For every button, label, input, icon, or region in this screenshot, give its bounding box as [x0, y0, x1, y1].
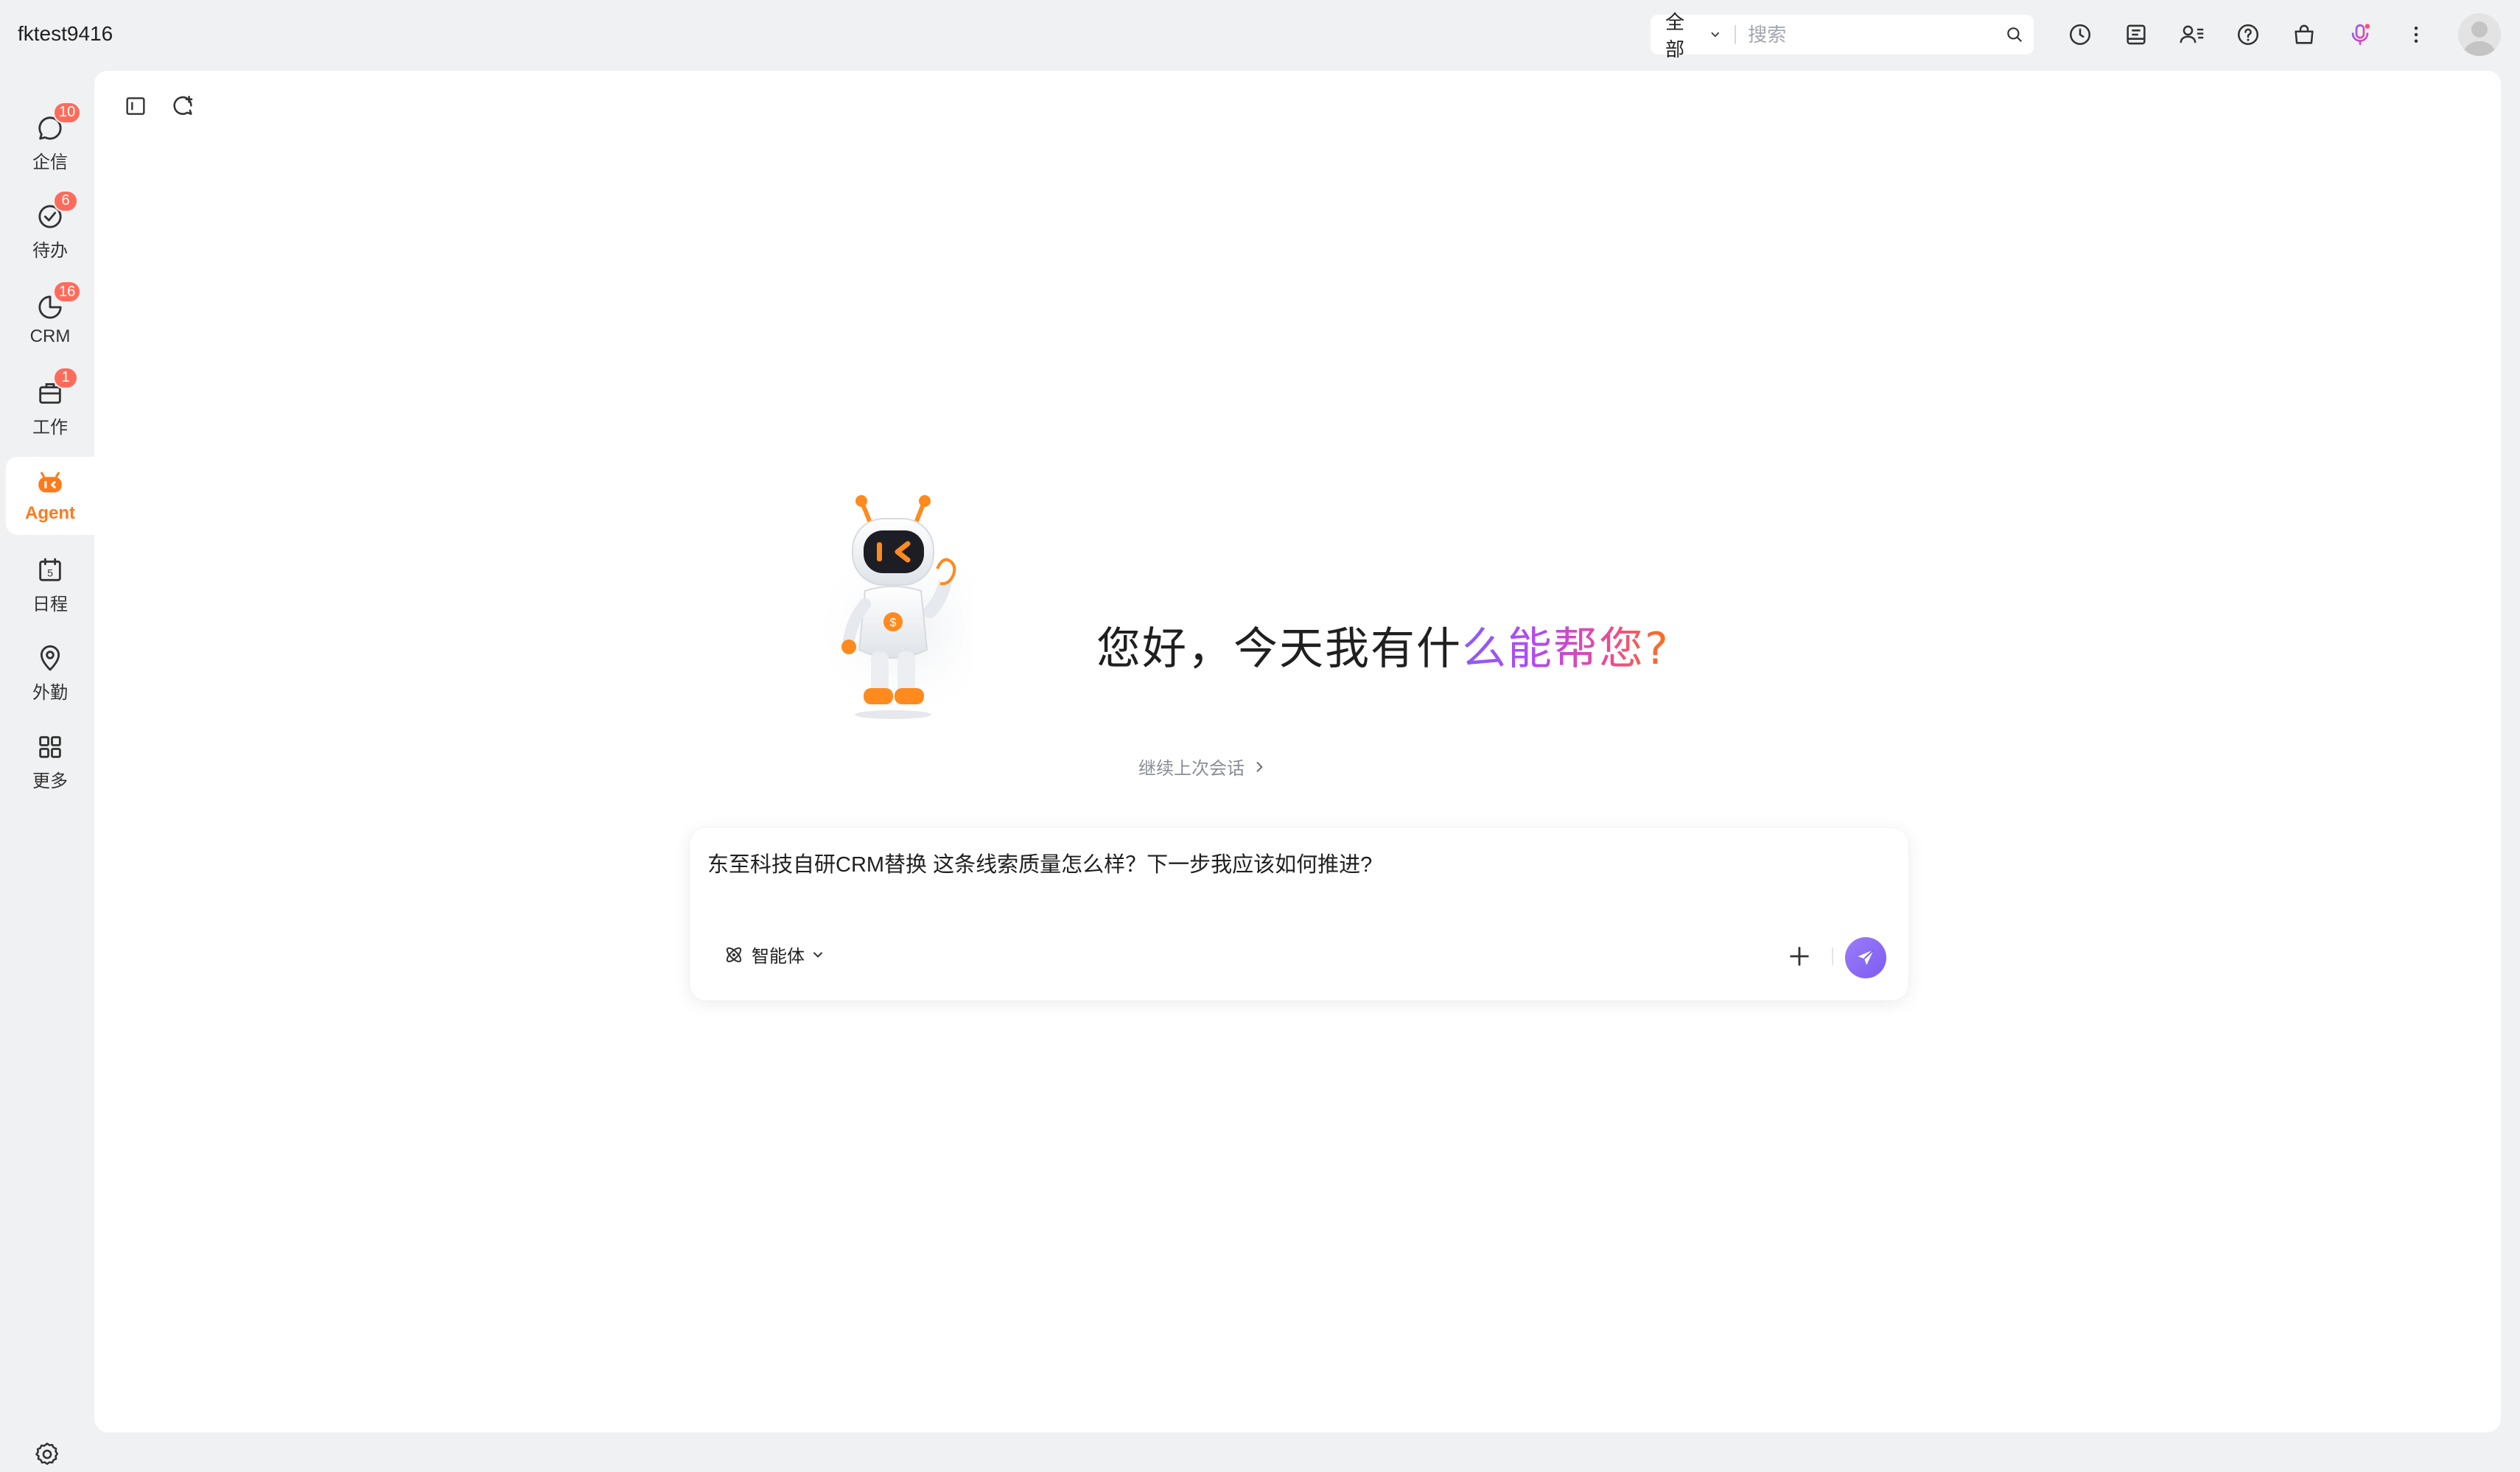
chat-icon: 10 [34, 101, 82, 144]
continue-last-session-link[interactable]: 继续上次会话 [1138, 754, 1267, 779]
nav-item-agent[interactable]: Agent [6, 457, 94, 535]
work-briefcase-icon: 1 [34, 366, 78, 410]
grid-more-icon [34, 731, 66, 763]
nav-item-chat[interactable]: 10 企信 [6, 101, 94, 181]
nav-item-label: 日程 [32, 594, 68, 614]
todo-check-icon: 6 [34, 189, 78, 233]
greeting-section: $ 您好，今天我有什么能帮您? [819, 480, 1704, 723]
svg-text:5: 5 [47, 567, 53, 579]
send-plane-icon [1858, 949, 1875, 965]
search-scope-dropdown[interactable]: 全部 [1651, 7, 1721, 62]
toggle-sidebar-icon[interactable] [121, 91, 150, 121]
crm-pie-icon: 16 [34, 281, 82, 323]
chat-badge: 10 [53, 101, 82, 124]
agent-selector-dropdown[interactable]: 智能体 [722, 942, 825, 967]
plus-icon [1790, 947, 1809, 966]
agent-selector-label: 智能体 [752, 947, 805, 967]
composer-divider [1832, 947, 1833, 965]
new-chat-icon[interactable] [168, 91, 197, 121]
chevron-right-icon [1256, 761, 1263, 772]
calendar-icon: 5 [34, 554, 66, 586]
left-nav: 10 企信 6 待办 16 CRM 1 工作 Agent 5 日程 外勤 更多 [0, 69, 94, 1465]
settings-gear-icon[interactable] [29, 1437, 65, 1472]
todo-badge: 6 [53, 189, 78, 212]
atom-icon [726, 947, 742, 962]
top-toolbar [2063, 18, 2455, 52]
greeting-heading: 您好，今天我有什么能帮您? [1096, 613, 1670, 677]
greeting-highlight-text: 么能帮您? [1462, 623, 1670, 675]
send-button[interactable] [1845, 937, 1886, 978]
message-composer: 东至科技自研CRM替换 这条线索质量怎么样？下一步我应该如何推进? 智能体 [690, 828, 1908, 1000]
location-pin-icon [34, 642, 66, 675]
attach-plus-button[interactable] [1783, 940, 1816, 972]
search-input[interactable] [1748, 23, 1995, 46]
nav-item-label: Agent [25, 503, 75, 523]
svg-text:$: $ [890, 617, 897, 629]
composer-input[interactable]: 东至科技自研CRM替换 这条线索质量怎么样？下一步我应该如何推进? [707, 847, 1372, 878]
help-icon[interactable] [2231, 18, 2265, 52]
nav-item-crm[interactable]: 16 CRM [6, 280, 94, 358]
notes-icon[interactable] [2119, 18, 2153, 52]
crm-badge: 16 [53, 281, 82, 303]
work-badge: 1 [53, 366, 78, 389]
agent-mascot-illustration: $ [819, 495, 974, 723]
account-name[interactable]: fktest9416 [18, 22, 113, 46]
greeting-plain-text: 您好，今天我有什 [1096, 623, 1462, 675]
history-icon[interactable] [2063, 18, 2097, 52]
nav-item-work[interactable]: 1 工作 [6, 366, 94, 446]
user-avatar[interactable] [2458, 13, 2501, 56]
agent-main-panel [94, 71, 2501, 1432]
search-icon[interactable] [1995, 25, 2034, 44]
chevron-down-icon [1711, 32, 1719, 38]
nav-item-field[interactable]: 外勤 [6, 634, 94, 712]
chevron-down-icon [813, 952, 822, 958]
agent-robot-icon [34, 468, 66, 500]
nav-item-calendar[interactable]: 5 日程 [6, 545, 94, 623]
nav-item-label: 外勤 [32, 682, 68, 703]
nav-item-label: 工作 [32, 417, 68, 438]
search-scope-label: 全部 [1665, 11, 1685, 60]
contacts-icon[interactable] [2175, 18, 2209, 52]
continue-label: 继续上次会话 [1138, 759, 1245, 779]
top-bar: fktest9416 全部 [0, 0, 2520, 69]
nav-item-label: 更多 [32, 771, 68, 791]
nav-item-label: CRM [29, 326, 71, 346]
nav-item-label: 企信 [32, 152, 68, 172]
nav-item-more[interactable]: 更多 [6, 722, 94, 800]
nav-item-todo[interactable]: 6 待办 [6, 189, 94, 270]
search-divider [1735, 25, 1737, 44]
more-vertical-icon[interactable] [2399, 18, 2433, 52]
ai-voice-icon[interactable] [2343, 18, 2377, 52]
shop-icon[interactable] [2287, 18, 2321, 52]
global-search: 全部 [1651, 11, 2034, 60]
nav-item-label: 待办 [32, 240, 68, 261]
